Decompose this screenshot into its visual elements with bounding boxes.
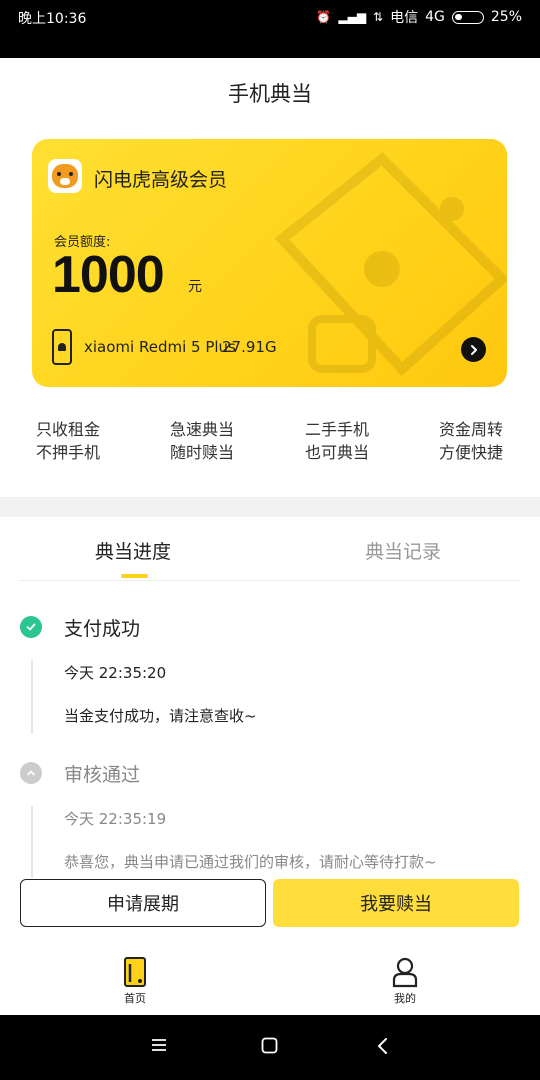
tab-records[interactable]: 典当记录 <box>365 537 441 564</box>
signal-icon: ▂▄▆ <box>338 10 367 24</box>
feature-item: 二手手机 也可典当 <box>305 418 369 464</box>
feature-line: 不押手机 <box>36 443 101 462</box>
timeline-line <box>31 806 33 878</box>
device-name: xiaomi Redmi 5 Plus <box>84 338 236 356</box>
device-storage: 27.91G <box>222 338 277 356</box>
status-time: 晚上10:36 <box>18 11 87 27</box>
battery-percent: 25% <box>490 9 522 25</box>
tab-indicator <box>121 574 148 578</box>
nav-label: 首页 <box>124 992 146 1005</box>
nav-item-profile[interactable]: 我的 <box>375 956 435 1006</box>
menu-icon[interactable] <box>151 1037 167 1053</box>
quota-value: 1000 <box>52 246 165 304</box>
step-description: 恭喜您，典当申请已通过我们的审核，请耐心等待打款~ <box>64 853 437 871</box>
profile-icon <box>392 957 418 988</box>
redeem-button[interactable]: 我要赎当 <box>273 879 519 927</box>
home-phone-icon <box>124 957 146 987</box>
feature-item: 只收租金 不押手机 <box>36 418 100 464</box>
section-divider <box>0 497 540 517</box>
home-icon[interactable] <box>261 1037 278 1054</box>
nav-label: 我的 <box>394 992 416 1005</box>
step-time: 今天 22:35:19 <box>64 810 167 828</box>
feature-list: 只收租金 不押手机 急速典当 随时赎当 二手手机 也可典当 资金周转 方便快捷 <box>0 418 540 468</box>
feature-line: 二手手机 <box>305 420 370 439</box>
back-icon[interactable] <box>376 1037 390 1055</box>
bottom-nav: 首页 我的 <box>0 940 540 1015</box>
step-description: 当金支付成功，请注意查收~ <box>64 707 257 725</box>
android-phone-icon <box>52 329 72 365</box>
feature-line: 只收租金 <box>36 420 101 439</box>
timeline-line <box>31 660 33 734</box>
tab-bar: 典当进度 典当记录 <box>20 517 520 581</box>
feature-line: 急速典当 <box>170 420 235 439</box>
page-title: 手机典当 <box>228 82 312 106</box>
check-icon <box>20 616 42 638</box>
feature-item: 急速典当 随时赎当 <box>170 418 234 464</box>
nav-item-home[interactable]: 首页 <box>105 956 165 1006</box>
network-label: 4G <box>425 9 445 25</box>
status-right: ⏰ ▂▄▆ ⇅ 电信 4G 25% <box>316 7 522 27</box>
member-level-name: 闪电虎高级会员 <box>94 169 228 191</box>
step-time: 今天 22:35:20 <box>64 664 167 682</box>
status-bar: 晚上10:36 ⏰ ▂▄▆ ⇅ 电信 4G 25% <box>0 0 540 58</box>
feature-line: 也可典当 <box>305 443 370 462</box>
alarm-icon: ⏰ <box>316 10 332 24</box>
chevron-up-icon[interactable] <box>20 762 42 784</box>
system-nav-bar <box>0 1015 540 1080</box>
feature-line: 随时赎当 <box>170 443 235 462</box>
feature-line: 方便快捷 <box>439 443 504 462</box>
signal-icon: ⇅ <box>373 10 384 24</box>
feature-item: 资金周转 方便快捷 <box>439 418 503 464</box>
quota-unit: 元 <box>188 279 202 295</box>
battery-icon <box>451 10 484 24</box>
carrier-label: 电信 <box>390 10 419 26</box>
step-title: 审核通过 <box>64 764 141 786</box>
feature-line: 资金周转 <box>439 420 504 439</box>
member-card[interactable]: 闪电虎高级会员 会员额度: 1000 元 xiaomi Redmi 5 Plus… <box>32 139 507 387</box>
tiger-logo-icon <box>48 159 82 193</box>
extend-button[interactable]: 申请展期 <box>20 879 266 927</box>
chevron-right-icon[interactable] <box>461 337 486 362</box>
step-title: 支付成功 <box>64 618 141 640</box>
tab-progress[interactable]: 典当进度 <box>95 537 171 564</box>
